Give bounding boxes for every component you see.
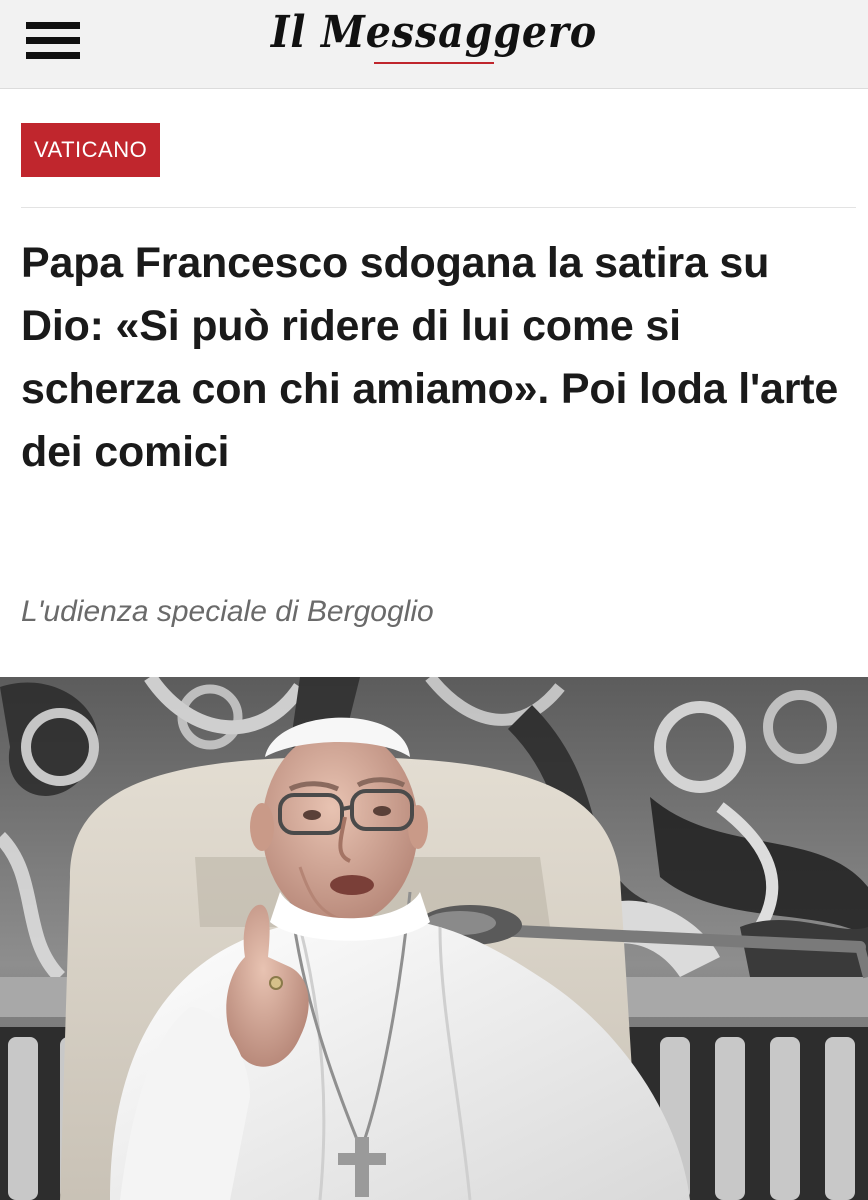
hamburger-menu-icon[interactable] xyxy=(26,22,80,60)
category-badge[interactable]: VATICANO xyxy=(21,123,161,177)
logo-underline xyxy=(374,62,494,64)
site-logo[interactable]: Il Messaggero xyxy=(240,6,628,76)
article-page: Il Messaggero VATICANO Papa Francesco sd… xyxy=(0,0,868,1200)
menu-bar-top xyxy=(26,22,80,29)
article-photo xyxy=(0,677,868,1200)
site-logo-text: Il Messaggero xyxy=(270,7,598,58)
article-headline: Papa Francesco sdogana la satira su Dio:… xyxy=(21,239,839,476)
section-divider xyxy=(21,207,856,208)
menu-bar-middle xyxy=(26,37,80,44)
article-subtitle: L'udienza speciale di Bergoglio xyxy=(21,595,434,628)
site-header: Il Messaggero xyxy=(0,0,868,89)
menu-bar-bottom xyxy=(26,52,80,59)
